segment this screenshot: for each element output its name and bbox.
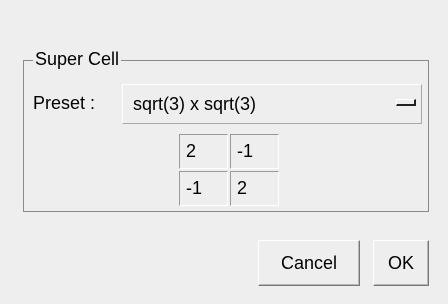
matrix-cell-r2-c1[interactable]: -1	[179, 171, 228, 206]
ok-button[interactable]: OK	[373, 240, 429, 286]
preset-dropdown[interactable]: sqrt(3) x sqrt(3)	[122, 84, 422, 124]
super-cell-matrix: 2 -1 -1 2	[179, 134, 280, 207]
super-cell-dialog: Super Cell Preset : sqrt(3) x sqrt(3) 2 …	[0, 0, 448, 304]
matrix-cell-r1-c2[interactable]: -1	[230, 134, 279, 169]
preset-label: Preset :	[33, 93, 96, 113]
preset-selected-value: sqrt(3) x sqrt(3)	[133, 94, 257, 114]
matrix-cell-r1-c1[interactable]: 2	[179, 134, 228, 169]
dropdown-indicator-icon[interactable]	[396, 99, 416, 106]
group-title: Super Cell	[33, 48, 122, 70]
cancel-button[interactable]: Cancel	[258, 240, 360, 286]
matrix-cell-r2-c2[interactable]: 2	[230, 171, 279, 206]
